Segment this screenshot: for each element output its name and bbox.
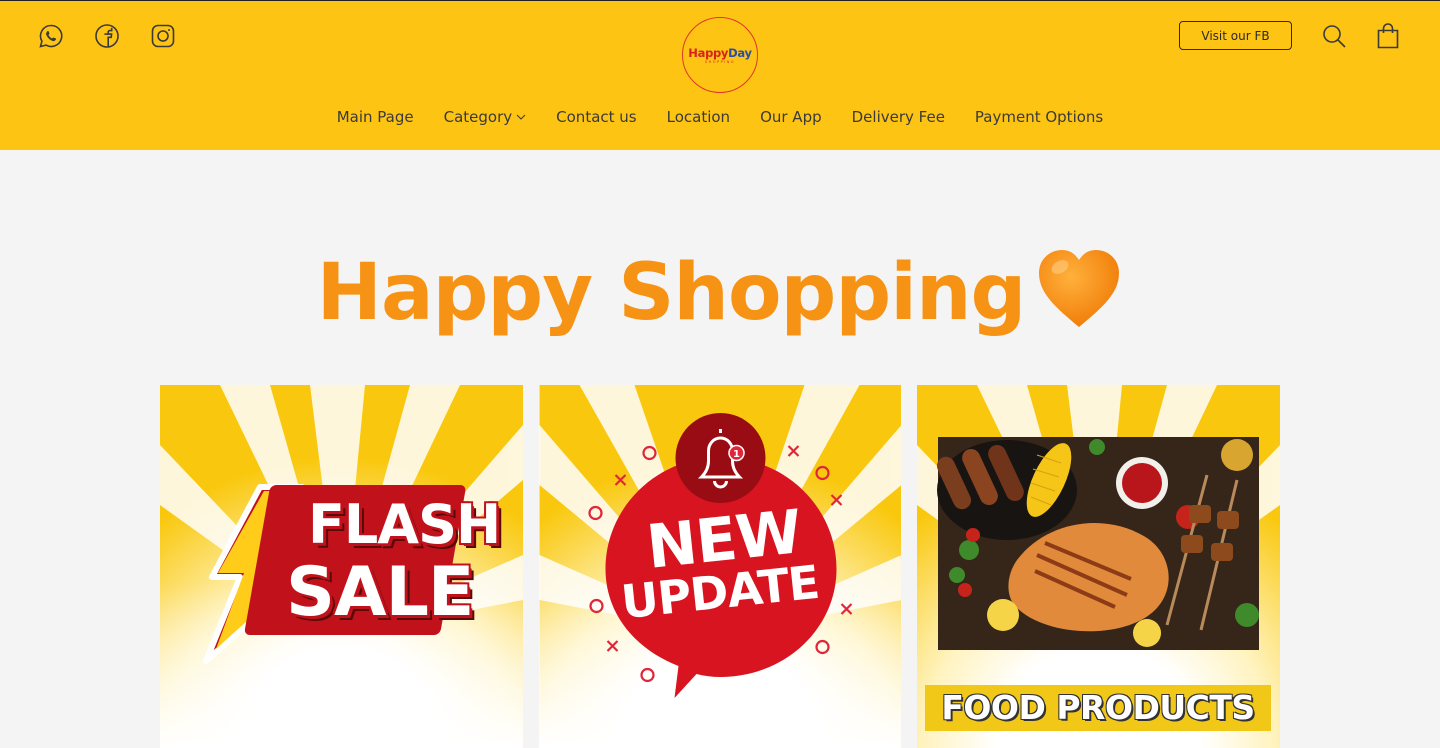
logo-word-day: Day [728, 45, 752, 60]
logo-subtitle: SHOPPING [704, 59, 736, 64]
flash-sale-line2: SALE [286, 553, 474, 632]
hero-title-text: Happy Shopping [316, 248, 1027, 338]
nav-payment-options[interactable]: Payment Options [975, 108, 1103, 126]
orange-heart-icon [1039, 250, 1120, 327]
logo-word-happy: Happy [688, 45, 729, 60]
nav-label-main-page: Main Page [336, 108, 414, 126]
whatsapp-icon[interactable] [38, 23, 64, 49]
flash-sale-tile[interactable]: FLASH SALE [160, 385, 523, 748]
nav-category[interactable]: Category [444, 108, 527, 126]
nav-our-app[interactable]: Our App [760, 108, 822, 126]
site-header: HappyDay SHOPPING Visit our FB Main Page… [0, 0, 1440, 150]
new-update-tile[interactable]: 1 NEW UPDATE [539, 385, 901, 748]
nav-label-our-app: Our App [760, 108, 822, 126]
nav-delivery-fee[interactable]: Delivery Fee [852, 108, 945, 126]
flash-sale-line1: FLASH [308, 493, 501, 556]
chevron-down-icon [516, 114, 526, 120]
shopping-bag-icon[interactable] [1375, 22, 1401, 50]
bell-badge-count: 1 [733, 449, 740, 460]
nav-label-category: Category [443, 108, 513, 126]
instagram-icon[interactable] [150, 23, 176, 49]
main-navigation: Main Page Category Contact us Location O… [0, 108, 1440, 126]
nav-label-payment-options: Payment Options [974, 108, 1104, 126]
food-photo [936, 437, 1259, 650]
social-links [38, 23, 176, 49]
food-products-label: FOOD PRODUCTS [925, 685, 1271, 731]
nav-label-delivery-fee: Delivery Fee [851, 108, 945, 126]
hero-title: Happy Shopping [0, 245, 1440, 338]
nav-contact-us[interactable]: Contact us [556, 108, 636, 126]
food-products-tile[interactable]: FOOD PRODUCTS [917, 385, 1280, 748]
search-icon[interactable] [1321, 23, 1347, 49]
brand-logo[interactable]: HappyDay SHOPPING [682, 17, 758, 93]
nav-main-page[interactable]: Main Page [337, 108, 414, 126]
visit-fb-button[interactable]: Visit our FB [1179, 21, 1292, 50]
facebook-icon[interactable] [94, 23, 120, 49]
nav-label-location: Location [666, 108, 731, 126]
nav-label-contact-us: Contact us [556, 108, 637, 126]
nav-location[interactable]: Location [667, 108, 730, 126]
